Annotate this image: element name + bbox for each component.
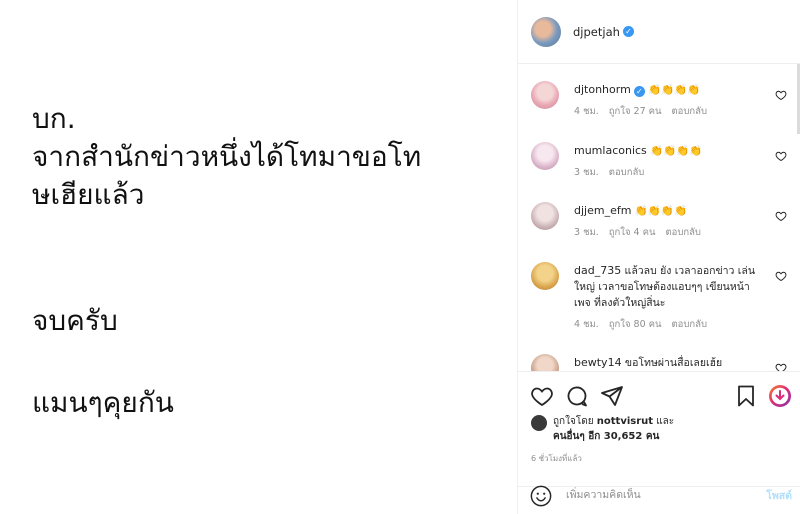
comment-input[interactable] (566, 486, 746, 504)
comment-avatar[interactable] (531, 202, 559, 230)
comment-username[interactable]: djjem_efm (574, 204, 631, 217)
emoji-icon[interactable] (530, 485, 552, 507)
comment-time[interactable]: 3 ชม. (574, 167, 599, 178)
likes-summary[interactable]: ถูกใจโดย nottvisrut และ คนอื่นๆ อีก 30,6… (531, 414, 674, 444)
comment-like-heart-icon[interactable] (775, 210, 787, 222)
liker-username[interactable]: nottvisrut (597, 416, 653, 427)
comment-reply-button[interactable]: ตอบกลับ (671, 319, 707, 330)
comment-text: ขอโทษผ่านสื่อเลยเฮ้ย (624, 357, 723, 369)
liker-avatar[interactable] (531, 415, 547, 431)
post-actions: ถูกใจโดย nottvisrut และ คนอื่นๆ อีก 30,6… (518, 371, 800, 486)
comment-username[interactable]: bewty14 (574, 356, 622, 369)
comments-list[interactable]: djtonhorm ✓ 👏👏👏👏 4 ชม. ถูกใจ 27 คน ตอบกลับ … (518, 65, 800, 371)
post-text-line2: จบครับ (32, 304, 118, 337)
comment-avatar[interactable] (531, 262, 559, 290)
comment-username[interactable]: mumlaconics (574, 144, 647, 157)
comment-avatar[interactable] (531, 354, 559, 371)
post-timestamp[interactable]: 6 ชั่วโมงที่แล้ว (531, 452, 582, 465)
comment-like-heart-icon[interactable] (775, 362, 787, 371)
comment-like-heart-icon[interactable] (775, 150, 787, 162)
author-avatar[interactable] (531, 16, 561, 47)
comment-reply-button[interactable]: ตอบกลับ (665, 227, 701, 238)
bookmark-icon[interactable] (734, 384, 758, 408)
comment-likes[interactable]: ถูกใจ 4 คน (609, 227, 656, 238)
post-side-panel: djpetjah ✓ djtonhorm ✓ 👏👏👏👏 4 ชม. ถูกใจ 27… (517, 0, 800, 514)
comment-like-heart-icon[interactable] (775, 89, 787, 101)
post-comment-button[interactable]: โพสต์ (766, 487, 792, 504)
comment-avatar[interactable] (531, 142, 559, 170)
like-heart-icon[interactable] (530, 384, 554, 408)
comment-time[interactable]: 4 ชม. (574, 106, 599, 117)
comment-username[interactable]: dad_735 (574, 264, 621, 277)
author-username[interactable]: djpetjah (573, 25, 620, 39)
comment-time[interactable]: 4 ชม. (574, 319, 599, 330)
comment-time[interactable]: 3 ชม. (574, 227, 599, 238)
add-comment-bar: โพสต์ (518, 485, 800, 514)
post-text-line3: แมนๆคุยกัน (32, 386, 174, 419)
post-image: บก. จากสำนักข่าวหนึ่งได้โทมาขอโท ษเฮียแล… (0, 0, 517, 514)
comment-like-heart-icon[interactable] (775, 270, 787, 282)
comment-likes[interactable]: ถูกใจ 27 คน (609, 106, 662, 117)
download-icon[interactable] (768, 384, 792, 408)
likes-others-count[interactable]: คนอื่นๆ อีก 30,652 คน (553, 431, 659, 442)
comment-text: 👏👏👏👏 (650, 145, 703, 157)
likes-conjunction: และ (653, 416, 675, 427)
verified-icon: ✓ (633, 86, 645, 97)
comment-reply-button[interactable]: ตอบกลับ (671, 106, 707, 117)
comment-avatar[interactable] (531, 81, 559, 109)
comment-likes[interactable]: ถูกใจ 80 คน (609, 319, 662, 330)
post-header: djpetjah ✓ (518, 0, 800, 64)
verified-icon: ✓ (622, 26, 634, 37)
likes-prefix: ถูกใจโดย (553, 416, 597, 427)
post-text-headline: บก. จากสำนักข่าวหนึ่งได้โทมาขอโท ษเฮียแล… (32, 102, 422, 211)
comment-text: 👏👏👏👏 (648, 84, 701, 96)
comment-text: 👏👏👏👏 (634, 205, 688, 217)
comment-reply-button[interactable]: ตอบกลับ (609, 167, 645, 178)
comment-bubble-icon[interactable] (565, 384, 589, 408)
comment-username[interactable]: djtonhorm (574, 83, 631, 96)
share-paper-plane-icon[interactable] (600, 384, 624, 408)
